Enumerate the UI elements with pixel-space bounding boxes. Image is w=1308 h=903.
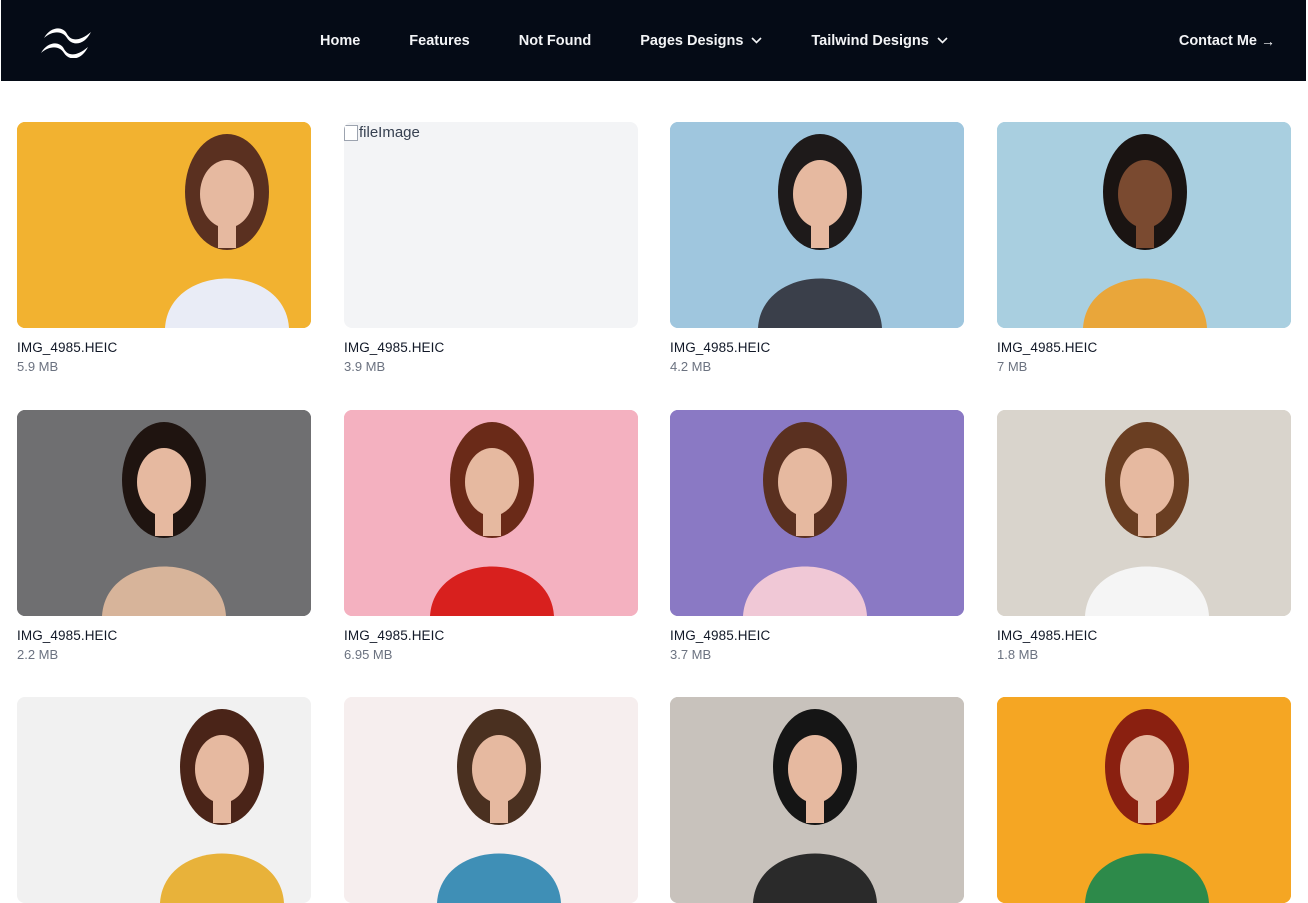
arrow-right-icon: →: [1261, 32, 1275, 49]
file-size: 3.7 MB: [670, 647, 712, 662]
file-name: IMG_4985.HEIC: [997, 628, 1098, 643]
file-name: IMG_4985.HEIC: [344, 340, 445, 355]
file-card[interactable]: fileImage IMG_4985.HEIC 3.9 MB: [344, 122, 638, 374]
file-card[interactable]: IMG_4985.HEIC 7 MB: [997, 122, 1291, 374]
file-card[interactable]: [17, 697, 311, 903]
file-size: 2.2 MB: [17, 647, 59, 662]
file-name: IMG_4985.HEIC: [344, 628, 445, 643]
file-thumbnail[interactable]: [344, 697, 638, 903]
broken-image-placeholder: fileImage: [344, 124, 420, 141]
nav-link-not-found[interactable]: Not Found: [519, 33, 591, 49]
file-size: 7 MB: [997, 359, 1028, 374]
file-card[interactable]: IMG_4985.HEIC 3.7 MB: [670, 410, 964, 662]
photo-illustration: [17, 697, 311, 903]
file-thumbnail[interactable]: [997, 122, 1291, 328]
file-name: IMG_4985.HEIC: [997, 340, 1098, 355]
file-thumbnail[interactable]: [344, 410, 638, 616]
image-alt-text: fileImage: [359, 124, 420, 141]
contact-me-link[interactable]: Contact Me →: [1179, 0, 1275, 81]
chevron-down-icon: [751, 37, 762, 44]
photo-illustration: [670, 410, 964, 616]
broken-image-icon: [344, 124, 358, 141]
file-card[interactable]: [997, 697, 1291, 903]
file-card[interactable]: [344, 697, 638, 903]
file-thumbnail[interactable]: [997, 697, 1291, 903]
nav-dropdown-tailwind-designs[interactable]: Tailwind Designs: [811, 32, 948, 49]
photo-illustration: [670, 122, 964, 328]
file-thumbnail[interactable]: [17, 410, 311, 616]
photo-illustration: [17, 122, 311, 328]
navbar: Home Features Not Found Pages Designs Ta…: [1, 0, 1306, 81]
photo-illustration: [344, 410, 638, 616]
chevron-down-icon: [937, 37, 948, 44]
photo-illustration: [997, 410, 1291, 616]
nav-dropdown-pages-designs[interactable]: Pages Designs: [640, 33, 762, 49]
file-thumbnail[interactable]: [17, 697, 311, 903]
nav-link-label: Not Found: [518, 32, 592, 49]
file-card[interactable]: IMG_4985.HEIC 6.95 MB: [344, 410, 638, 662]
photo-illustration: [17, 410, 311, 616]
photo-illustration: [670, 697, 964, 903]
photo-illustration: [344, 697, 638, 903]
file-thumbnail[interactable]: [670, 697, 964, 903]
file-size: 3.9 MB: [344, 359, 386, 374]
file-thumbnail[interactable]: [17, 122, 311, 328]
nav-link-label: Pages Designs: [640, 32, 744, 49]
tailwind-logo-icon[interactable]: [39, 24, 96, 58]
file-card[interactable]: IMG_4985.HEIC 1.8 MB: [997, 410, 1291, 662]
file-size: 5.9 MB: [17, 359, 59, 374]
file-size: 4.2 MB: [670, 359, 712, 374]
nav-link-label: Features: [409, 32, 470, 49]
nav-link-home[interactable]: Home: [320, 33, 360, 49]
file-thumbnail[interactable]: fileImage: [344, 122, 638, 328]
nav-link-label: Tailwind Designs: [811, 32, 929, 49]
file-name: IMG_4985.HEIC: [17, 628, 118, 643]
file-card[interactable]: [670, 697, 964, 903]
file-name: IMG_4985.HEIC: [17, 340, 118, 355]
file-thumbnail[interactable]: [670, 122, 964, 328]
file-card[interactable]: IMG_4985.HEIC 4.2 MB: [670, 122, 964, 374]
file-card[interactable]: IMG_4985.HEIC 2.2 MB: [17, 410, 311, 662]
nav-link-features[interactable]: Features: [409, 33, 469, 49]
file-name: IMG_4985.HEIC: [670, 340, 771, 355]
file-size: 1.8 MB: [997, 647, 1039, 662]
file-thumbnail[interactable]: [670, 410, 964, 616]
photo-illustration: [997, 697, 1291, 903]
nav-link-label: Home: [320, 32, 361, 49]
contact-label: Contact Me: [1178, 32, 1257, 49]
file-size: 6.95 MB: [344, 647, 393, 662]
file-name: IMG_4985.HEIC: [670, 628, 771, 643]
nav-links: Home Features Not Found Pages Designs Ta…: [320, 0, 997, 81]
photo-illustration: [997, 122, 1291, 328]
file-card[interactable]: IMG_4985.HEIC 5.9 MB: [17, 122, 311, 374]
file-thumbnail[interactable]: [997, 410, 1291, 616]
